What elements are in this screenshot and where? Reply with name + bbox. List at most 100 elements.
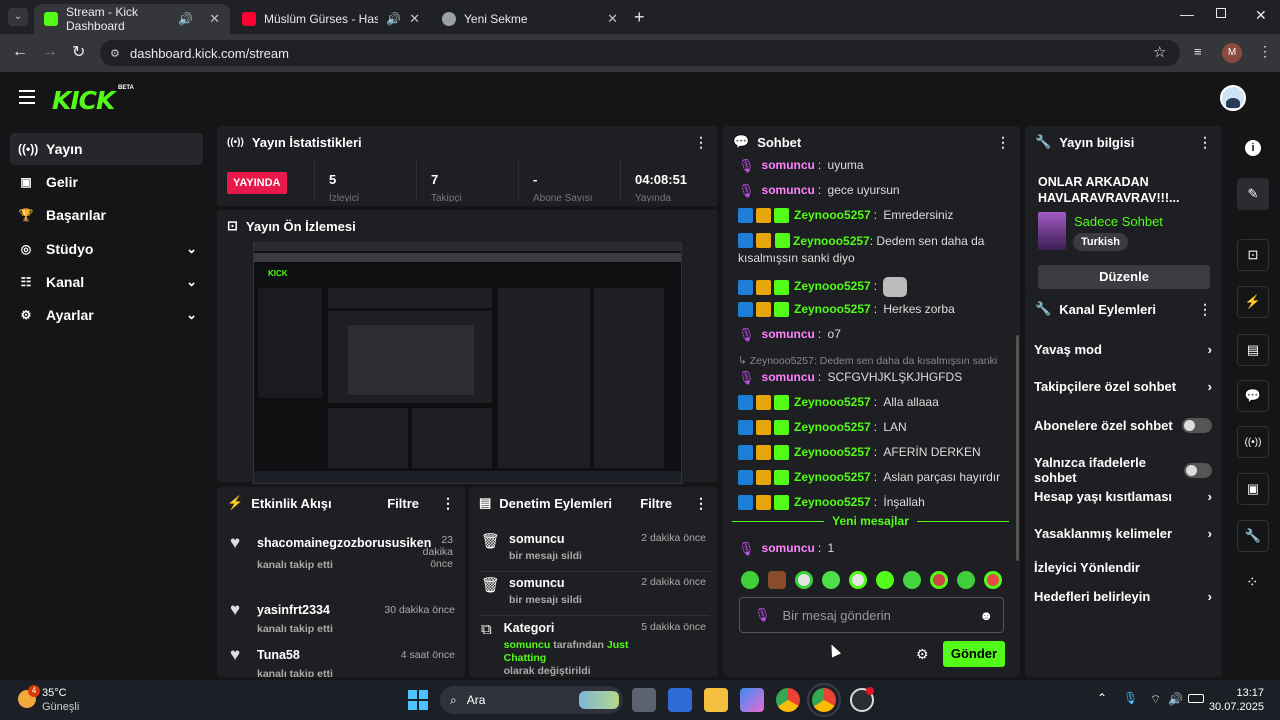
send-button[interactable]: Gönder xyxy=(943,641,1005,667)
video-toggle-icon[interactable]: ▣ xyxy=(1237,473,1269,505)
mod-user-link[interactable]: somuncu xyxy=(504,639,551,651)
microphone-icon[interactable]: 🎙 xyxy=(1123,691,1138,705)
user-avatar[interactable] xyxy=(1220,85,1246,111)
tab-youtube[interactable]: Müslüm Gürses - Hasret Rü 🔊 ✕ xyxy=(232,4,430,34)
more-options-icon[interactable]: ⋮ xyxy=(996,134,1010,151)
chat-user[interactable]: Zeynooo5257 xyxy=(794,278,871,295)
filter-button[interactable]: Filtre xyxy=(640,496,672,511)
tab-list-button[interactable]: ⌄ xyxy=(8,8,28,26)
toggle-switch[interactable] xyxy=(1183,462,1212,478)
toggle-switch[interactable] xyxy=(1182,418,1212,433)
file-explorer-icon[interactable] xyxy=(704,688,728,712)
emote-icon[interactable] xyxy=(822,571,840,589)
more-options-icon[interactable]: ⋮ xyxy=(441,495,455,512)
emote-icon[interactable] xyxy=(930,571,948,589)
sidebar-item-yayin[interactable]: ((•)) Yayın xyxy=(10,133,203,165)
chat-user[interactable]: Zeynooo5257 xyxy=(794,301,871,318)
weather-temp[interactable]: 35°C xyxy=(42,687,67,699)
close-window-button[interactable]: ✕ xyxy=(1255,7,1267,24)
address-bar[interactable]: ⚙ dashboard.kick.com/stream xyxy=(100,40,1180,66)
wifi-icon[interactable]: ⌔ xyxy=(1150,692,1161,707)
site-info-icon[interactable]: ⚙ xyxy=(110,47,120,60)
action-set-goals[interactable]: Hedefleri belirleyin › xyxy=(1025,589,1222,604)
tab-audio-icon[interactable]: 🔊 xyxy=(178,12,193,26)
new-messages-divider[interactable]: Yeni mesajlar xyxy=(732,514,1009,528)
emote-icon[interactable] xyxy=(849,571,867,589)
media-control-icon[interactable]: ≡ xyxy=(1194,44,1202,59)
chat-user[interactable]: Zeynooo5257 xyxy=(794,419,871,436)
store-icon[interactable] xyxy=(668,688,692,712)
maximize-button[interactable] xyxy=(1216,8,1226,18)
category-link[interactable]: Sadece Sohbet xyxy=(1074,214,1163,229)
tab-audio-icon[interactable]: 🔊 xyxy=(386,12,401,26)
language-tag[interactable]: Turkish xyxy=(1073,233,1128,251)
emote-icon[interactable] xyxy=(795,571,813,589)
new-tab-button[interactable]: + xyxy=(634,7,645,28)
chat-scrollbar[interactable] xyxy=(1016,335,1019,561)
chat-user[interactable]: Zeynooo5257 xyxy=(794,394,871,411)
tray-chevron-up-icon[interactable]: ⌃ xyxy=(1097,691,1107,705)
action-banned-words[interactable]: Yasaklanmış kelimeler › xyxy=(1025,526,1222,541)
clock-time[interactable]: 13:17 xyxy=(1216,687,1264,699)
hamburger-menu-icon[interactable] xyxy=(19,90,35,104)
chrome-profile-icon[interactable] xyxy=(807,683,841,717)
sidebar-item-studyo[interactable]: ◎ Stüdyo ⌄ xyxy=(10,233,203,265)
emoji-picker-icon[interactable]: ☻ xyxy=(979,608,993,623)
tab-close-icon[interactable]: ✕ xyxy=(209,11,220,27)
action-host[interactable]: İzleyici Yönlendir xyxy=(1025,560,1222,575)
chrome-icon[interactable] xyxy=(776,688,800,712)
forward-icon[interactable]: → xyxy=(42,43,58,61)
sidebar-item-kanal[interactable]: ☷ Kanal ⌄ xyxy=(10,266,203,298)
start-button[interactable] xyxy=(408,690,428,710)
chat-user[interactable]: somuncu xyxy=(762,369,815,386)
wrench-toggle-icon[interactable]: 🔧 xyxy=(1237,520,1269,552)
clock-date[interactable]: 30.07.2025 xyxy=(1200,701,1264,713)
emote-icon[interactable] xyxy=(741,571,759,589)
profile-avatar[interactable]: M xyxy=(1222,43,1242,63)
back-icon[interactable]: ← xyxy=(12,43,28,61)
chat-user[interactable]: Zeynooo5257 xyxy=(794,469,871,486)
emote-icon[interactable] xyxy=(903,571,921,589)
tab-close-icon[interactable]: ✕ xyxy=(607,11,618,27)
chat-user[interactable]: Zeynooo5257 xyxy=(794,207,871,224)
task-view-icon[interactable] xyxy=(632,688,656,712)
reload-icon[interactable]: ↻ xyxy=(72,42,85,62)
chat-user[interactable]: somuncu xyxy=(762,326,815,343)
action-followers-only[interactable]: Takipçilere özel sohbet › xyxy=(1025,379,1222,394)
more-options-icon[interactable]: ⋮ xyxy=(1198,134,1212,151)
chat-user[interactable]: somuncu xyxy=(762,540,815,557)
chat-user[interactable]: Zeynooo5257 xyxy=(794,444,871,461)
action-slow-mode[interactable]: Yavaş mod › xyxy=(1025,342,1222,357)
bookmark-star-icon[interactable]: ☆ xyxy=(1153,43,1166,61)
preview-toggle-icon[interactable]: ⊡ xyxy=(1237,239,1269,271)
more-options-icon[interactable]: ⋮ xyxy=(1198,301,1212,318)
copilot-icon[interactable] xyxy=(740,688,764,712)
volume-icon[interactable]: 🔊 xyxy=(1168,692,1183,706)
info-icon[interactable]: i xyxy=(1245,140,1261,156)
category-thumbnail[interactable] xyxy=(1038,212,1066,250)
emote-icon[interactable] xyxy=(957,571,975,589)
chat-user[interactable]: somuncu xyxy=(762,157,815,174)
chat-user[interactable]: Zeynooo5257 xyxy=(793,234,870,248)
emote-icon[interactable] xyxy=(984,571,1002,589)
chat-settings-icon[interactable]: ⚙ xyxy=(916,646,929,663)
filter-button[interactable]: Filtre xyxy=(387,496,419,511)
edit-button[interactable]: Düzenle xyxy=(1038,265,1210,289)
action-account-age[interactable]: Hesap yaşı kısıtlaması › xyxy=(1025,489,1222,504)
chat-toggle-icon[interactable]: 💬 xyxy=(1237,380,1269,412)
stream-preview-video[interactable]: KICK xyxy=(253,242,682,484)
tab-close-icon[interactable]: ✕ xyxy=(409,11,420,27)
chat-user[interactable]: somuncu xyxy=(762,182,815,199)
tab-kick-dashboard[interactable]: Stream - Kick Dashboard 🔊 ✕ xyxy=(34,4,230,34)
more-options-icon[interactable]: ⋮ xyxy=(694,495,708,512)
minimize-button[interactable]: — xyxy=(1180,6,1194,22)
browser-menu-icon[interactable]: ⋮ xyxy=(1258,43,1272,60)
action-subscribers-only[interactable]: Abonelere özel sohbet xyxy=(1025,418,1222,433)
tab-new-tab[interactable]: Yeni Sekme ✕ xyxy=(432,4,628,34)
emote-icon[interactable] xyxy=(876,571,894,589)
broadcast-toggle-icon[interactable]: ((•)) xyxy=(1237,426,1269,458)
layout-icon[interactable]: ⁘ xyxy=(1246,573,1259,591)
edit-pencil-icon[interactable]: ✎ xyxy=(1237,178,1269,210)
sidebar-item-gelir[interactable]: ▣ Gelir xyxy=(10,166,203,198)
taskbar-search[interactable]: ⌕ Ara xyxy=(440,686,623,714)
